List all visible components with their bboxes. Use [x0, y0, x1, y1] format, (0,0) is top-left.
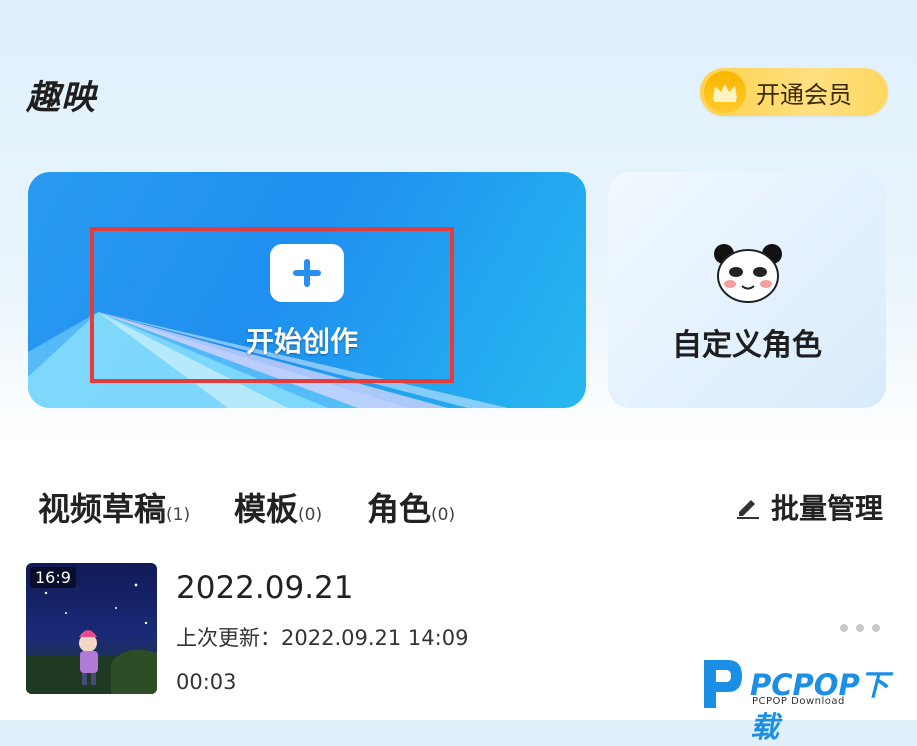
- pencil-icon: [737, 500, 759, 519]
- custom-character-card[interactable]: 自定义角色: [608, 172, 886, 408]
- draft-duration: 00:03: [176, 670, 237, 694]
- watermark-subtitle: PCPOP Download: [752, 696, 845, 707]
- tab-characters[interactable]: 角色(0): [367, 484, 455, 530]
- start-create-card[interactable]: 开始创作: [28, 172, 586, 408]
- tab-count: (0): [298, 505, 323, 525]
- tab-count: (0): [431, 505, 456, 525]
- more-dots-icon[interactable]: [836, 618, 884, 638]
- draft-last-updated: 上次更新：2022.09.21 14:09: [176, 626, 469, 650]
- vip-button[interactable]: 开通会员: [700, 68, 888, 116]
- draft-thumbnail[interactable]: 16:9: [26, 563, 157, 694]
- batch-manage-button[interactable]: 批量管理: [735, 487, 883, 527]
- batch-manage-label: 批量管理: [771, 492, 884, 525]
- aspect-ratio-badge: 16:9: [30, 567, 76, 588]
- tab-video-drafts[interactable]: 视频草稿(1): [38, 484, 190, 530]
- draft-title: 2022.09.21: [176, 570, 354, 606]
- tab-label: 角色: [367, 490, 432, 528]
- custom-character-label: 自定义角色: [672, 328, 822, 363]
- tab-count: (1): [166, 505, 191, 525]
- tab-label: 模板: [234, 490, 299, 528]
- highlight-annotation-box: [90, 227, 454, 383]
- panda-icon: [714, 244, 782, 303]
- vip-button-label: 开通会员: [756, 80, 852, 109]
- watermark: PCPOP下载 PCPOP Download: [698, 656, 916, 744]
- crown-icon: [704, 71, 746, 113]
- tab-templates[interactable]: 模板(0): [234, 484, 322, 530]
- app-title: 趣映: [26, 78, 96, 118]
- watermark-logo-icon: [704, 660, 742, 708]
- tab-label: 视频草稿: [38, 490, 167, 528]
